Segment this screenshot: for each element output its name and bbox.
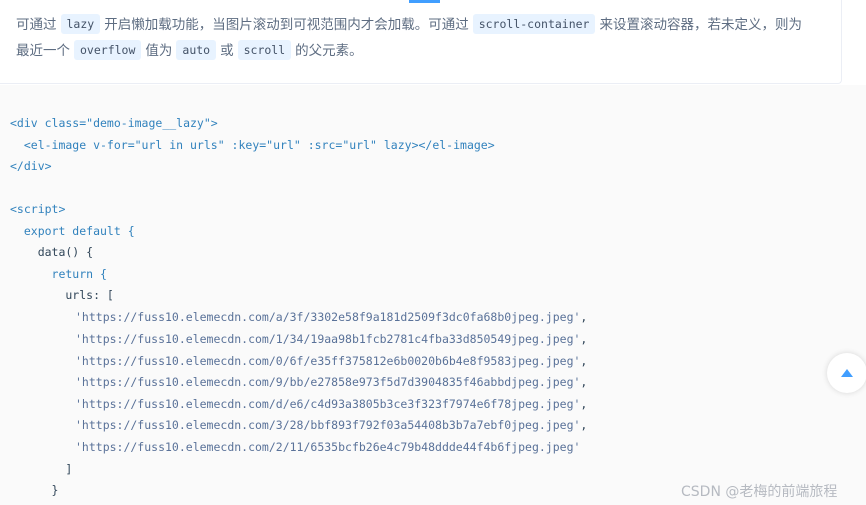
code-line: } xyxy=(10,483,59,497)
description-text: 开启懒加载功能，当图片滚动到可视范围内才会加载。可通过 xyxy=(104,17,469,33)
code-line: <script> xyxy=(10,202,66,216)
tab-active-indicator xyxy=(409,0,440,3)
description-text: 值为 xyxy=(145,43,173,59)
code-chip-lazy: lazy xyxy=(60,14,101,34)
watermark: CSDN @老梅的前端旅程 xyxy=(681,484,838,500)
code-chip-scroll-container: scroll-container xyxy=(472,14,596,34)
code-chip-scroll: scroll xyxy=(237,40,292,60)
description-text: 来设置滚动容器，若未定义，则为 xyxy=(599,17,802,33)
code-line-url: 'https://fuss10.elemecdn.com/a/3f/3302e5… xyxy=(75,310,588,324)
code-line: urls: [ xyxy=(10,288,114,302)
code-line: return { xyxy=(10,267,107,281)
description-text: 的父元素。 xyxy=(295,43,363,59)
code-line: <div class="demo-image__lazy"> xyxy=(10,116,218,130)
code-line: export default { xyxy=(10,224,135,238)
code-line-url: 'https://fuss10.elemecdn.com/d/e6/c4d93a… xyxy=(75,397,588,411)
description-text: 或 xyxy=(220,43,234,59)
back-to-top-button[interactable] xyxy=(827,353,866,393)
description-line-1: 可通过 lazy 开启懒加载功能，当图片滚动到可视范围内才会加载。可通过 scroll… xyxy=(16,14,802,36)
code-block: <div class="demo-image__lazy"> <el-image… xyxy=(0,85,866,505)
code-line-url: 'https://fuss10.elemecdn.com/2/11/6535bc… xyxy=(75,440,581,454)
description-card: 可通过 lazy 开启懒加载功能，当图片滚动到可视范围内才会加载。可通过 scroll… xyxy=(0,0,842,84)
code-line: <el-image v-for="url in urls" :key="url"… xyxy=(10,138,495,152)
code-chip-auto: auto xyxy=(176,40,217,60)
code-line-url: 'https://fuss10.elemecdn.com/9/bb/e27858… xyxy=(75,375,588,389)
description-line-2: 最近一个 overflow 值为 auto 或 scroll 的父元素。 xyxy=(16,40,363,62)
code-line-url: 'https://fuss10.elemecdn.com/1/34/19aa98… xyxy=(75,332,588,346)
caret-up-icon xyxy=(841,369,853,377)
description-text: 可通过 xyxy=(16,17,57,33)
code-line: data() { xyxy=(10,245,94,259)
code-line: </div> xyxy=(10,159,52,173)
code-chip-overflow: overflow xyxy=(74,40,142,60)
code-line: ] xyxy=(10,462,73,476)
code-line-url: 'https://fuss10.elemecdn.com/3/28/bbf893… xyxy=(75,418,588,432)
description-text: 最近一个 xyxy=(16,43,70,59)
code-line-url: 'https://fuss10.elemecdn.com/0/6f/e35ff3… xyxy=(75,354,588,368)
